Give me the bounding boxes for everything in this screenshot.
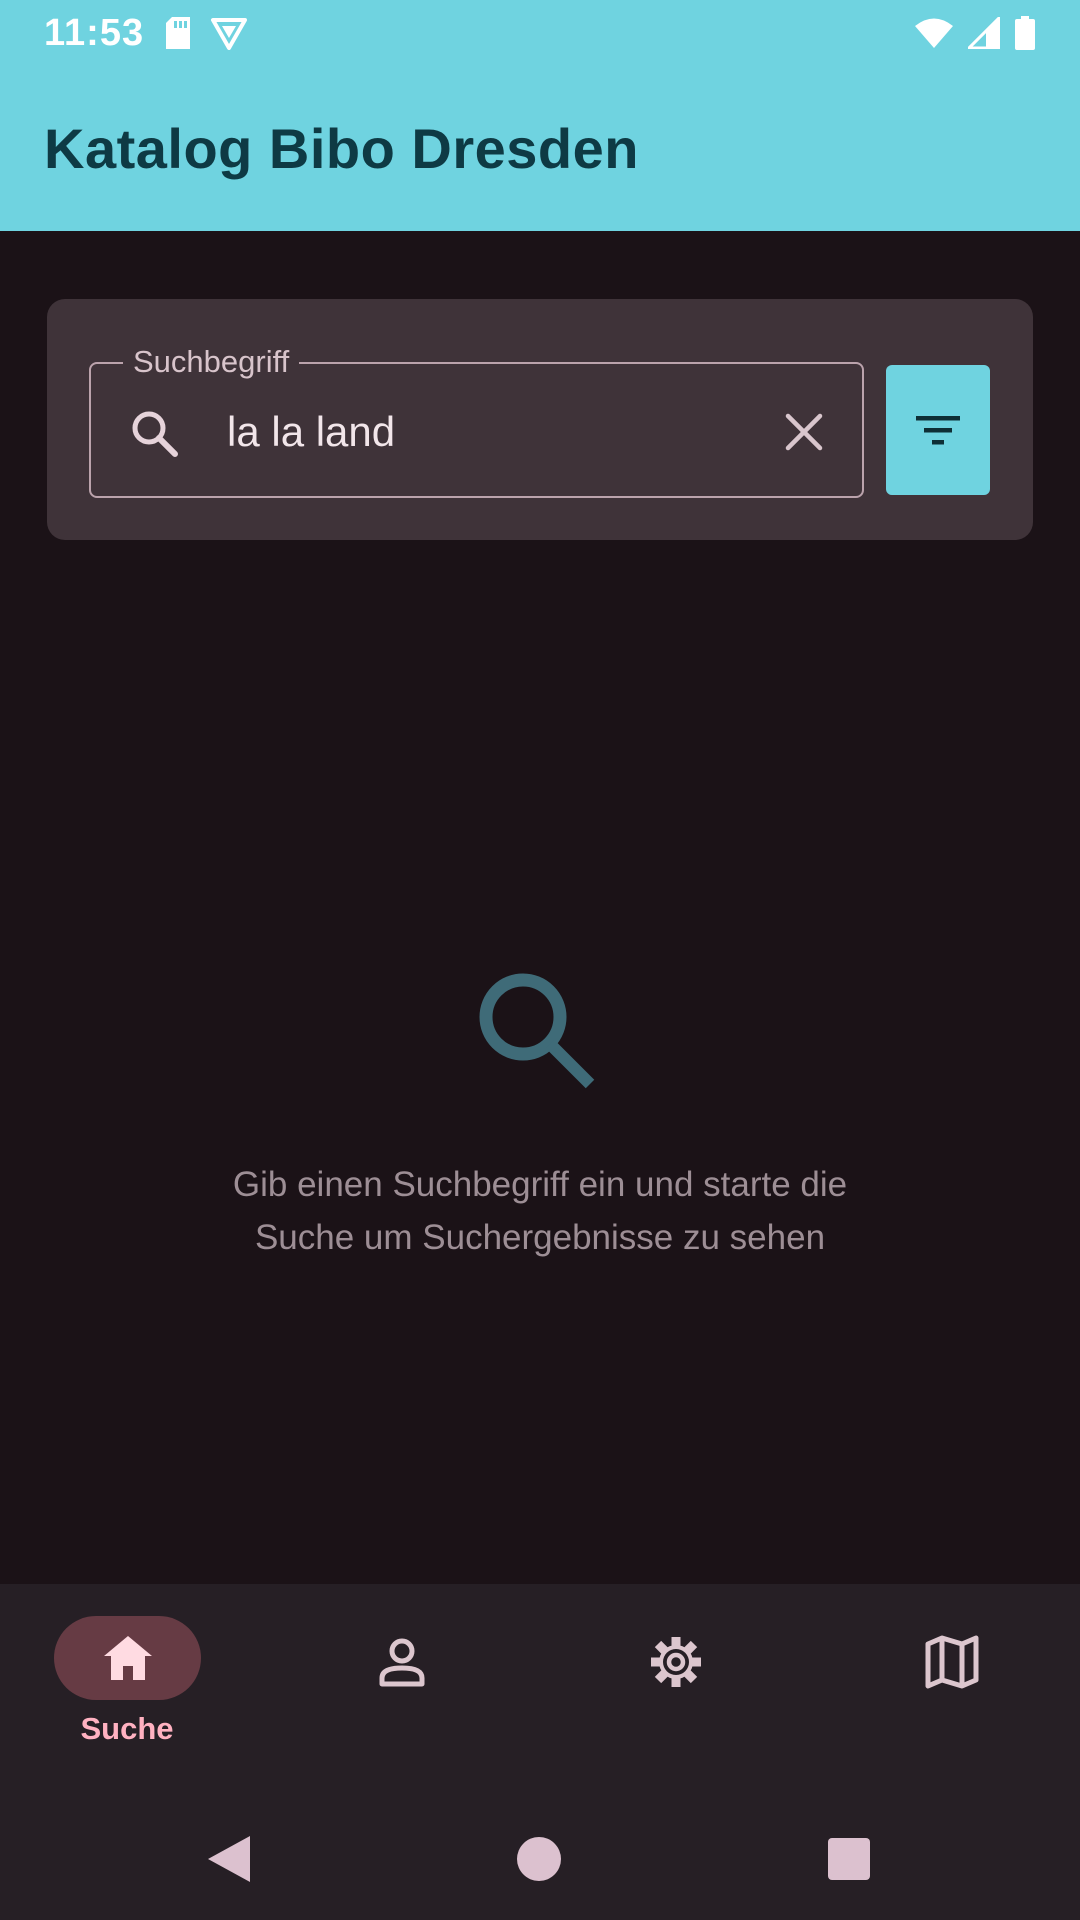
person-icon [379, 1638, 425, 1687]
screen: 11:53 Katalog Bibo Dresden Suchbegriff l… [0, 0, 1080, 1920]
vpn-shield-icon [211, 18, 248, 50]
nav-item-suche[interactable]: Suche [0, 1584, 270, 1796]
status-left-icons [164, 16, 248, 50]
app-bar: Katalog Bibo Dresden [0, 66, 1080, 231]
sd-card-icon [166, 17, 191, 49]
nav-item-map[interactable] [810, 1584, 1080, 1796]
recents-icon[interactable] [822, 1832, 876, 1886]
search-icon [132, 411, 178, 457]
nav-label-suche: Suche [80, 1711, 174, 1746]
empty-state-line-1: Gib einen Suchbegriff ein und starte die [232, 1165, 848, 1204]
bottom-nav: Suche [0, 1584, 1080, 1796]
filter-icon [916, 416, 960, 445]
empty-state-message: Gib einen Suchbegriff ein und starte die… [140, 1158, 940, 1264]
nav-item-settings[interactable] [540, 1584, 810, 1796]
clear-icon[interactable] [780, 408, 828, 456]
system-nav-bar [0, 1796, 1080, 1920]
search-input[interactable]: Suchbegriff la la land [89, 344, 864, 498]
status-bar: 11:53 [0, 0, 1080, 66]
filter-button[interactable] [886, 365, 990, 495]
back-icon[interactable] [202, 1832, 256, 1886]
status-right-icons [914, 16, 1036, 50]
gear-icon [651, 1637, 701, 1687]
status-time: 11:53 [44, 11, 145, 54]
map-icon [925, 1635, 979, 1689]
empty-state-line-2: Suche um Suchergebnisse zu sehen [254, 1218, 826, 1257]
nav-item-account[interactable] [270, 1584, 540, 1796]
battery-icon [1015, 16, 1035, 50]
search-input-label: Suchbegriff [123, 344, 300, 380]
search-card: Suchbegriff la la land [47, 299, 1033, 540]
nav-selected-indicator [54, 1616, 201, 1700]
wifi-icon [915, 18, 953, 48]
home-icon [103, 1636, 152, 1680]
empty-state-search-icon [479, 973, 595, 1089]
app-title: Katalog Bibo Dresden [44, 117, 639, 180]
signal-icon [968, 17, 1000, 49]
search-input-value[interactable]: la la land [227, 408, 395, 456]
home-circle-icon[interactable] [512, 1832, 566, 1886]
